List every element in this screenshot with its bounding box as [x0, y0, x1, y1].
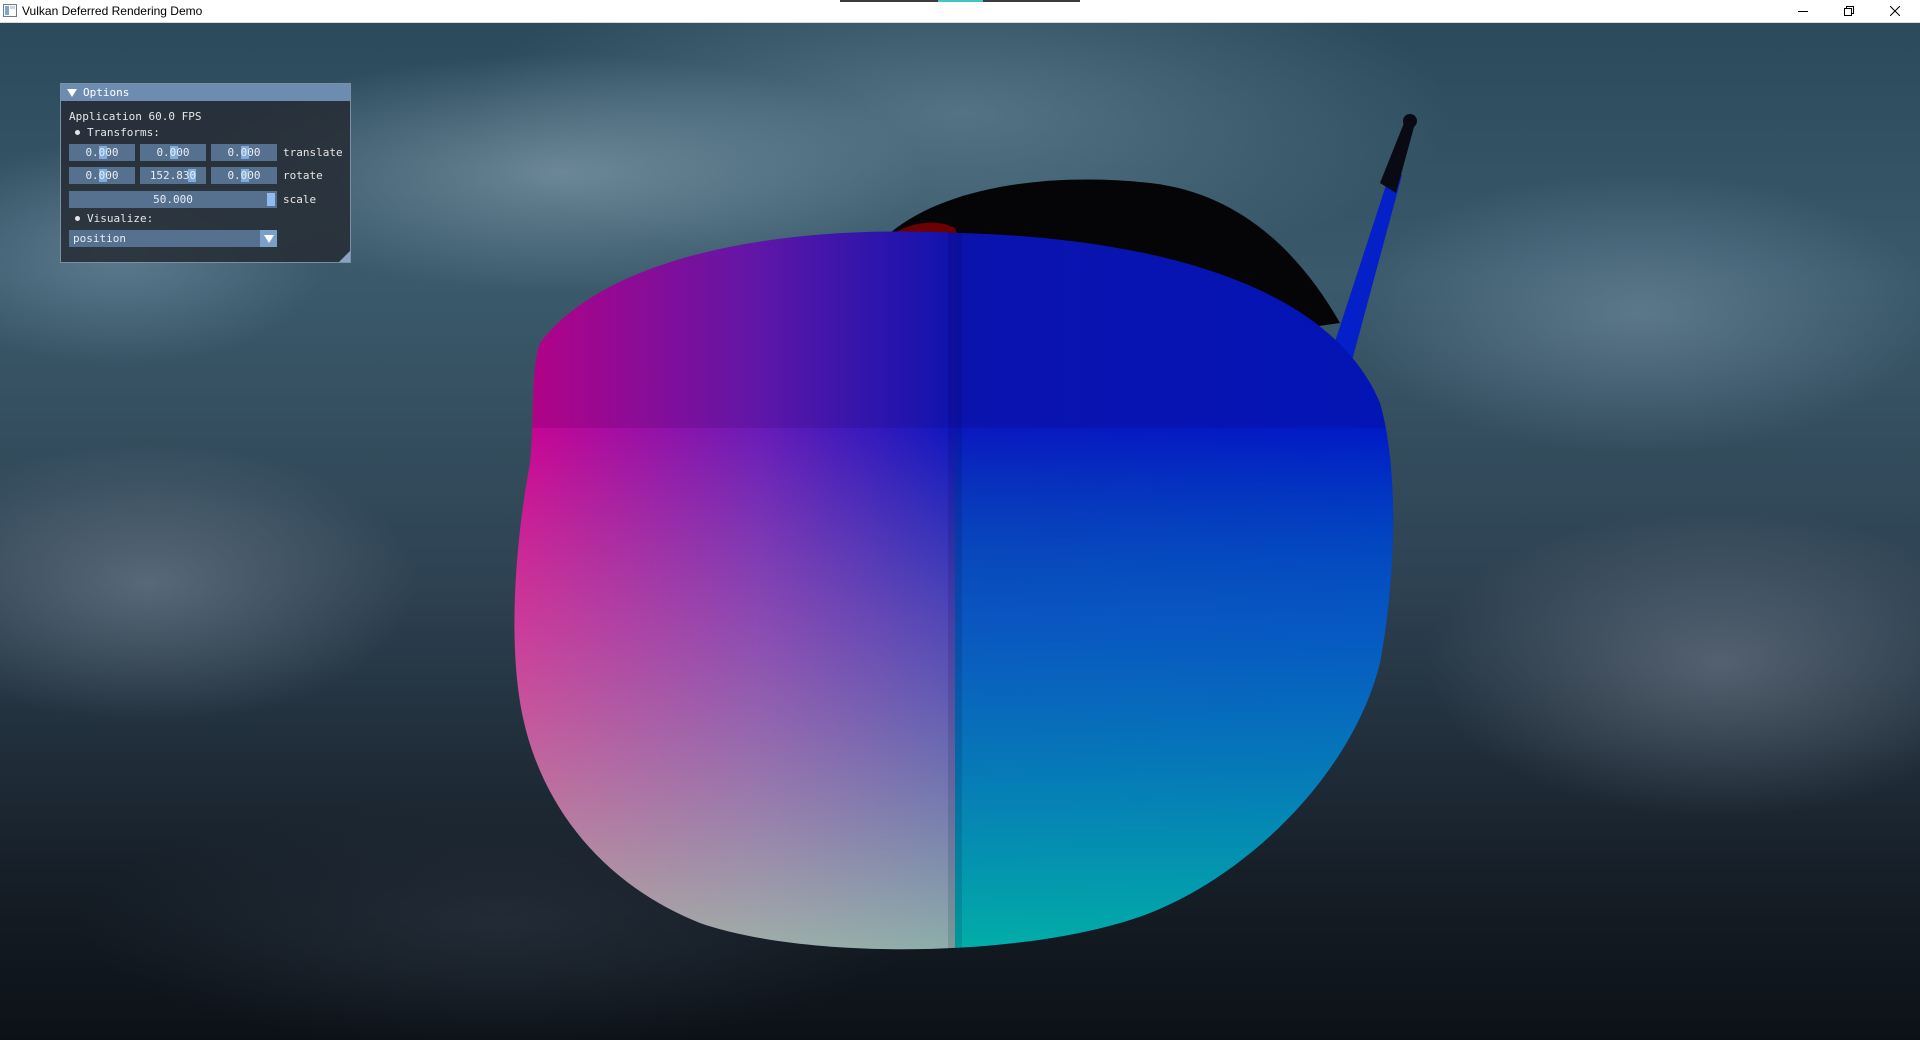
translate-y-field[interactable]: 0.000 [140, 144, 206, 161]
model-antenna-tip [1380, 123, 1414, 193]
window-title: Vulkan Deferred Rendering Demo [22, 4, 203, 18]
close-icon [1890, 6, 1900, 16]
restore-button[interactable] [1826, 0, 1872, 22]
rotate-z-field[interactable]: 0.000 [211, 167, 277, 184]
scale-value: 50.000 [153, 193, 193, 206]
translate-label: translate [283, 146, 343, 159]
rotate-label: rotate [283, 169, 323, 182]
resize-grip-icon[interactable] [339, 251, 350, 262]
title-accent-highlight [938, 0, 983, 2]
translate-x-field[interactable]: 0.000 [69, 144, 135, 161]
scale-label: scale [283, 193, 317, 206]
collapse-triangle-icon[interactable] [67, 88, 77, 97]
translate-z-field[interactable]: 0.000 [211, 144, 277, 161]
rotate-x-field[interactable]: 0.000 [69, 167, 135, 184]
scale-slider[interactable]: 50.000 [69, 191, 277, 208]
title-bar: Vulkan Deferred Rendering Demo [0, 0, 1920, 23]
transforms-label: Transforms: [87, 126, 160, 139]
app-icon [3, 4, 17, 17]
visualize-combo[interactable]: position [69, 230, 277, 247]
slider-grab-handle[interactable] [267, 193, 275, 206]
visualize-label: Visualize: [87, 212, 154, 225]
rotate-y-field[interactable]: 152.830 [140, 167, 206, 184]
restore-icon [1844, 6, 1854, 16]
bullet-icon [75, 130, 80, 135]
close-button[interactable] [1872, 0, 1918, 22]
minimize-button[interactable] [1780, 0, 1826, 22]
combo-arrow-button[interactable] [260, 230, 277, 247]
bullet-icon [75, 216, 80, 221]
options-header[interactable]: Options [61, 84, 350, 101]
fps-readout: Application 60.0 FPS [69, 110, 202, 123]
visualize-selected: position [73, 232, 126, 245]
visualize-section[interactable]: Visualize: [75, 212, 153, 225]
transforms-section[interactable]: Transforms: [75, 126, 160, 139]
options-panel[interactable]: Options Application 60.0 FPS Transforms:… [60, 83, 351, 263]
minimize-icon [1798, 11, 1808, 12]
chevron-down-icon [263, 234, 274, 243]
options-header-label: Options [83, 86, 130, 99]
model-antenna [1328, 173, 1402, 368]
